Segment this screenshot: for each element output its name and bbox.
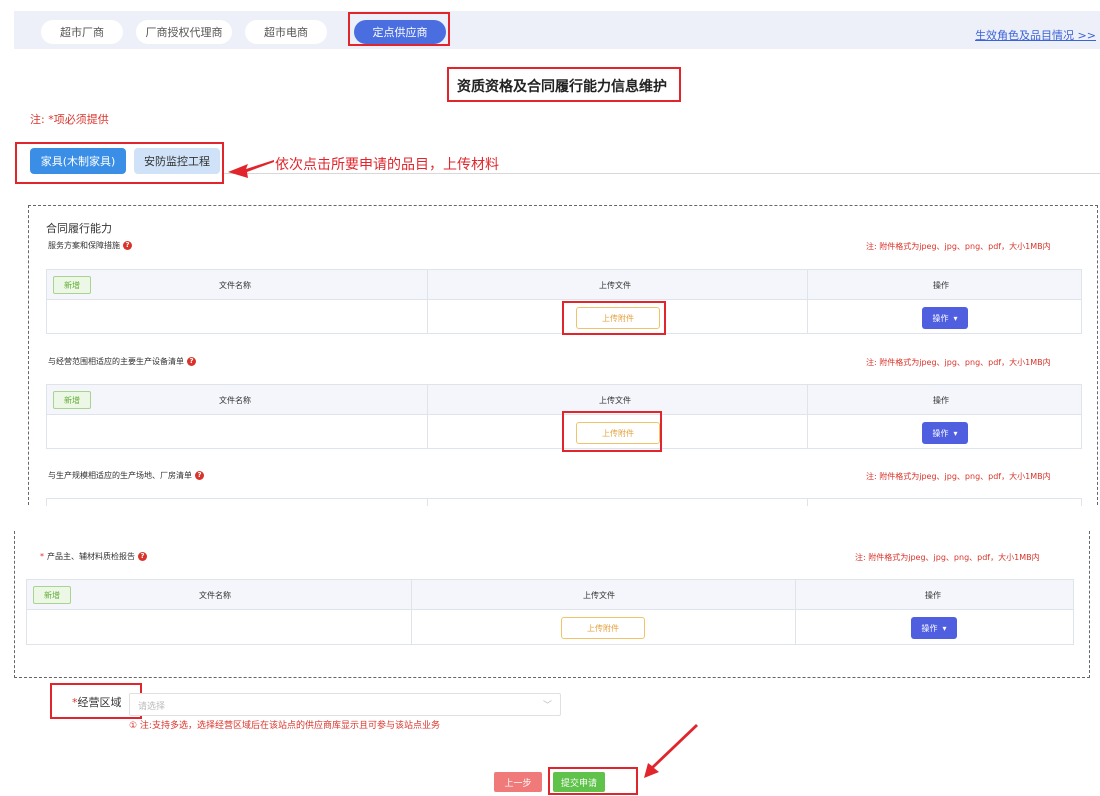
section-title: 合同履行能力 <box>46 222 112 235</box>
effective-roles-link[interactable]: 生效角色及品目情况 >> <box>975 27 1096 43</box>
required-note: 注: *项必须提供 <box>30 113 109 126</box>
column-header-upload: 上传文件 <box>583 591 615 600</box>
upload-label-service-plan: 服务方案和保障措施? <box>48 240 132 251</box>
annotation-arrow-left-icon <box>228 160 274 178</box>
action-dropdown-button[interactable]: 操作 ▾ <box>922 422 968 444</box>
column-header-filename: 文件名称 <box>219 396 251 405</box>
table-header: 新增 文件名称 上传文件 操作 <box>27 580 1073 610</box>
help-icon[interactable]: ? <box>123 241 132 250</box>
role-tab-bar: 超市厂商 厂商授权代理商 超市电商 定点供应商 生效角色及品目情况 >> <box>14 11 1100 49</box>
region-select[interactable]: 请选择 ﹀ <box>129 693 561 716</box>
action-dropdown-button[interactable]: 操作 ▾ <box>911 617 957 639</box>
action-dropdown-button[interactable]: 操作 ▾ <box>922 307 968 329</box>
column-header-filename: 文件名称 <box>199 591 231 600</box>
annotation-text: 依次点击所要申请的品目，上传材料 <box>275 157 499 173</box>
format-note: 注: 附件格式为jpeg、jpg、png、pdf，大小1MB内 <box>866 358 1051 367</box>
chevron-down-icon: ﹀ <box>542 701 552 711</box>
caret-down-icon: ▾ <box>942 623 947 633</box>
column-header-action: 操作 <box>933 281 949 290</box>
highlight-box-upload-1 <box>562 301 666 335</box>
annotation-arrow-down-icon <box>644 724 698 778</box>
upload-table-partial <box>46 498 1082 506</box>
caret-down-icon: ▾ <box>953 313 958 323</box>
column-header-filename: 文件名称 <box>219 281 251 290</box>
highlight-box-categories <box>15 142 224 184</box>
format-note: 注: 附件格式为jpeg、jpg、png、pdf，大小1MB内 <box>866 242 1051 251</box>
help-icon[interactable]: ? <box>138 552 147 561</box>
upload-attachment-button[interactable]: 上传附件 <box>561 617 645 639</box>
region-note: ① 注:支持多选，选择经营区域后在该站点的供应商库显示且可参与该站点业务 <box>129 721 440 731</box>
help-icon[interactable]: ? <box>187 357 196 366</box>
column-header-upload: 上传文件 <box>599 396 631 405</box>
highlight-box-title <box>447 67 681 102</box>
format-note: 注: 附件格式为jpeg、jpg、png、pdf，大小1MB内 <box>866 472 1051 481</box>
add-button[interactable]: 新增 <box>53 276 91 294</box>
upload-label-production-site: 与生产规模相适应的生产场地、厂房清单? <box>48 470 204 481</box>
upload-table: 新增 文件名称 上传文件 操作 上传附件 操作 ▾ <box>26 579 1074 645</box>
previous-step-button[interactable]: 上一步 <box>494 772 542 792</box>
table-header: 新增 文件名称 上传文件 操作 <box>47 270 1081 300</box>
add-button[interactable]: 新增 <box>33 586 71 604</box>
column-header-action: 操作 <box>925 591 941 600</box>
help-icon[interactable]: ? <box>195 471 204 480</box>
format-note: 注: 附件格式为jpeg、jpg、png、pdf，大小1MB内 <box>855 553 1040 562</box>
upload-label-equipment-list: 与经营范围相适应的主要生产设备清单? <box>48 356 196 367</box>
upload-label-material-report: * 产品主、辅材料质检报告? <box>40 551 147 562</box>
highlight-box-submit <box>548 767 638 795</box>
highlight-box-upload-2 <box>562 411 662 452</box>
highlight-box-tab <box>348 12 450 46</box>
column-header-upload: 上传文件 <box>599 281 631 290</box>
tab-authorized-agent[interactable]: 厂商授权代理商 <box>136 20 232 44</box>
add-button[interactable]: 新增 <box>53 391 91 409</box>
caret-down-icon: ▾ <box>953 428 958 438</box>
column-header-action: 操作 <box>933 396 949 405</box>
tab-supermarket-vendor[interactable]: 超市厂商 <box>41 20 123 44</box>
tab-supermarket-ecommerce[interactable]: 超市电商 <box>245 20 327 44</box>
